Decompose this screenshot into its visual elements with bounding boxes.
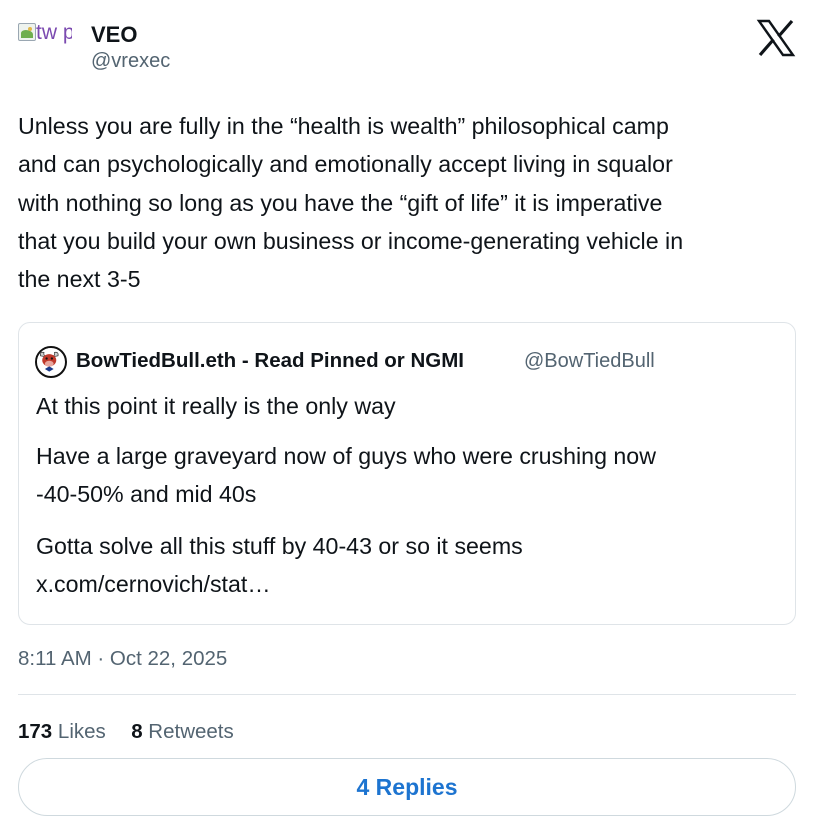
quoted-tweet[interactable]: BowTiedBull.eth - Read Pinned or NGMI @B… [18,322,796,625]
likes-label[interactable]: Likes [58,720,106,743]
quoted-text-line: Have a large graveyard now of guys who w… [36,443,656,469]
broken-image-icon [18,23,36,41]
author-avatar[interactable]: tw profil [18,20,72,74]
x-logo-icon[interactable] [756,18,796,58]
tweet-timestamp[interactable]: 8:11 AM · Oct 22, 2025 [18,647,227,671]
author-handle[interactable]: @vrexec [91,50,170,73]
quoted-link[interactable]: x.com/cernovich/stat… [36,571,271,598]
tweet-card: tw profil VEO @vrexec Unless you are ful… [0,0,818,828]
quoted-text-line: At this point it really is the only way [36,393,396,419]
retweets-count[interactable]: 8 [131,720,142,743]
tweet-text-line: Unless you are fully in the “health is w… [18,113,669,139]
quoted-text-line: -40-50% and mid 40s [36,481,257,507]
replies-button[interactable]: 4 Replies [18,758,796,816]
likes-count[interactable]: 173 [18,720,52,743]
tweet-text-line: the next 3-5 [18,266,141,293]
quoted-display-name[interactable]: BowTiedBull.eth - Read Pinned or NGMI [76,349,464,373]
author-display-name[interactable]: VEO [91,22,137,48]
divider [18,694,796,695]
tweet-text-line: that you build your own business or inco… [18,227,684,254]
quoted-text-line: Gotta solve all this stuff by 40-43 or s… [36,533,523,559]
bull-avatar-icon[interactable] [35,346,67,378]
quoted-handle[interactable]: @BowTiedBull [524,350,655,373]
tweet-text-line: with nothing so long as you have the “gi… [18,189,663,216]
engagement-stats: 173 Likes 8 Retweets [18,720,234,744]
tweet-text: Unless you are fully in the “health is w… [18,107,798,298]
avatar-alt-text: tw profil [36,21,72,44]
retweets-label[interactable]: Retweets [148,720,233,743]
tweet-text-line: and can psychologically and emotionally … [18,151,673,178]
